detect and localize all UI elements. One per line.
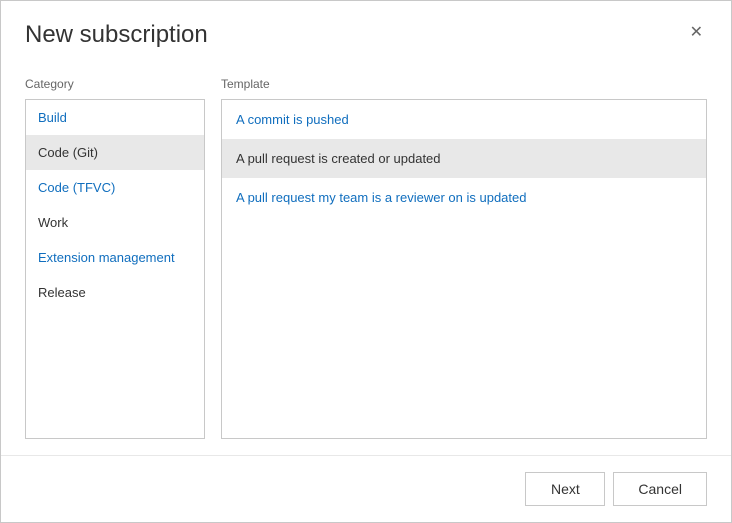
cancel-button[interactable]: Cancel bbox=[613, 472, 707, 506]
column-headers: Category Template bbox=[25, 77, 707, 91]
new-subscription-dialog: New subscription ✕ Category Template Bui… bbox=[0, 0, 732, 523]
template-item-pull-request-created[interactable]: A pull request is created or updated bbox=[222, 139, 706, 178]
category-item-code-tfvc[interactable]: Code (TFVC) bbox=[26, 170, 204, 205]
template-item-pull-request-reviewer[interactable]: A pull request my team is a reviewer on … bbox=[222, 178, 706, 217]
template-column-header: Template bbox=[221, 77, 707, 91]
dialog-header: New subscription ✕ bbox=[1, 1, 731, 61]
category-list: BuildCode (Git)Code (TFVC)WorkExtension … bbox=[25, 99, 205, 439]
category-item-work[interactable]: Work bbox=[26, 205, 204, 240]
template-item-commit-pushed[interactable]: A commit is pushed bbox=[222, 100, 706, 139]
category-item-release[interactable]: Release bbox=[26, 275, 204, 310]
dialog-body: Category Template BuildCode (Git)Code (T… bbox=[1, 61, 731, 455]
lists-container: BuildCode (Git)Code (TFVC)WorkExtension … bbox=[25, 99, 707, 439]
dialog-footer: Next Cancel bbox=[1, 455, 731, 522]
category-item-extension-management[interactable]: Extension management bbox=[26, 240, 204, 275]
next-button[interactable]: Next bbox=[525, 472, 605, 506]
close-button[interactable]: ✕ bbox=[686, 25, 707, 41]
category-item-code-git[interactable]: Code (Git) bbox=[26, 135, 204, 170]
template-list: A commit is pushedA pull request is crea… bbox=[221, 99, 707, 439]
category-column-header: Category bbox=[25, 77, 205, 91]
dialog-title: New subscription bbox=[25, 21, 208, 49]
category-item-build[interactable]: Build bbox=[26, 100, 204, 135]
